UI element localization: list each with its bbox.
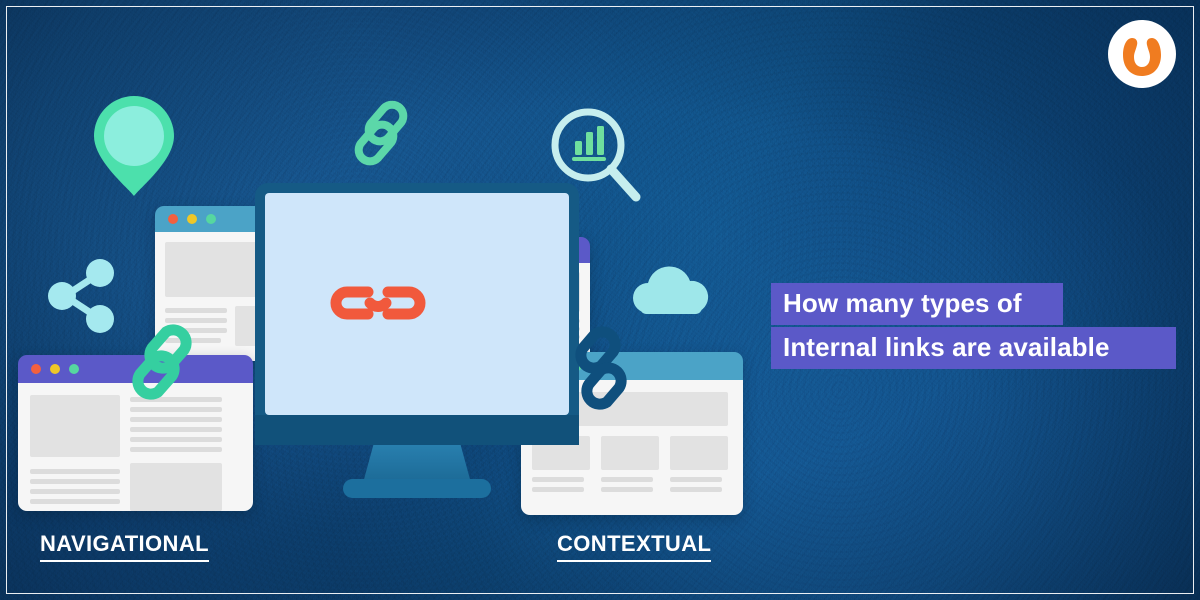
share-nodes-icon — [45, 258, 117, 339]
banner-canvas: How many types of Internal links are ava… — [0, 0, 1200, 600]
chain-link-icon — [120, 320, 198, 415]
window-close-dot[interactable] — [31, 364, 41, 374]
search-analytics-icon — [548, 105, 642, 214]
chain-link-icon — [348, 98, 410, 173]
headline-line-2: Internal links are available — [771, 327, 1176, 369]
caption-navigational: NAVIGATIONAL — [40, 531, 209, 562]
caption-contextual: CONTEXTUAL — [557, 531, 712, 562]
window-minimize-dot[interactable] — [187, 214, 197, 224]
headline-block: How many types of Internal links are ava… — [771, 283, 1176, 369]
window-close-dot[interactable] — [168, 214, 178, 224]
headline-line-1: How many types of — [771, 283, 1063, 325]
desktop-monitor — [255, 183, 579, 513]
window-maximize-dot[interactable] — [206, 214, 216, 224]
brand-logo[interactable] — [1106, 18, 1178, 90]
location-pin-icon — [92, 94, 176, 203]
window-minimize-dot[interactable] — [50, 364, 60, 374]
window-maximize-dot[interactable] — [69, 364, 79, 374]
chain-link-icon — [557, 322, 645, 427]
cloud-icon — [630, 263, 712, 322]
chain-link-icon — [326, 279, 430, 332]
